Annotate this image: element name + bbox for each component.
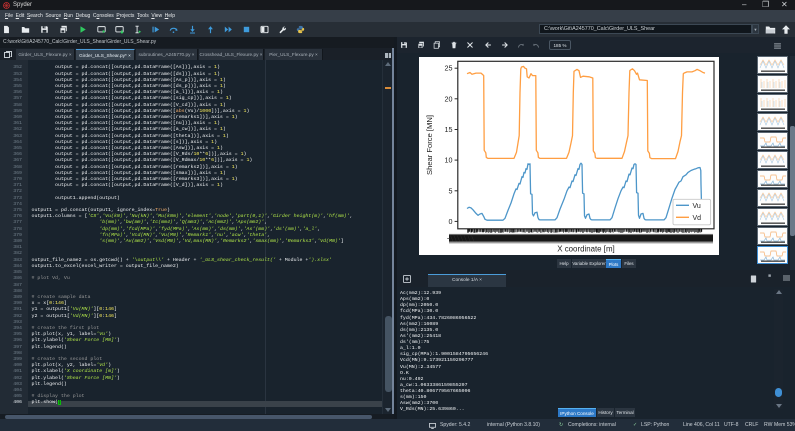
svg-text:10: 10 bbox=[445, 156, 453, 165]
svg-text:Vd: Vd bbox=[693, 215, 702, 222]
svg-text:0: 0 bbox=[449, 217, 453, 226]
svg-text:15: 15 bbox=[445, 125, 453, 134]
svg-text:5: 5 bbox=[449, 186, 453, 195]
svg-text:X coordinate [m]: X coordinate [m] bbox=[557, 245, 614, 254]
svg-text:25: 25 bbox=[445, 64, 453, 73]
svg-text:Shear Force [MN]: Shear Force [MN] bbox=[425, 115, 434, 175]
svg-text:Vu: Vu bbox=[693, 203, 701, 210]
svg-text:20: 20 bbox=[445, 94, 453, 103]
